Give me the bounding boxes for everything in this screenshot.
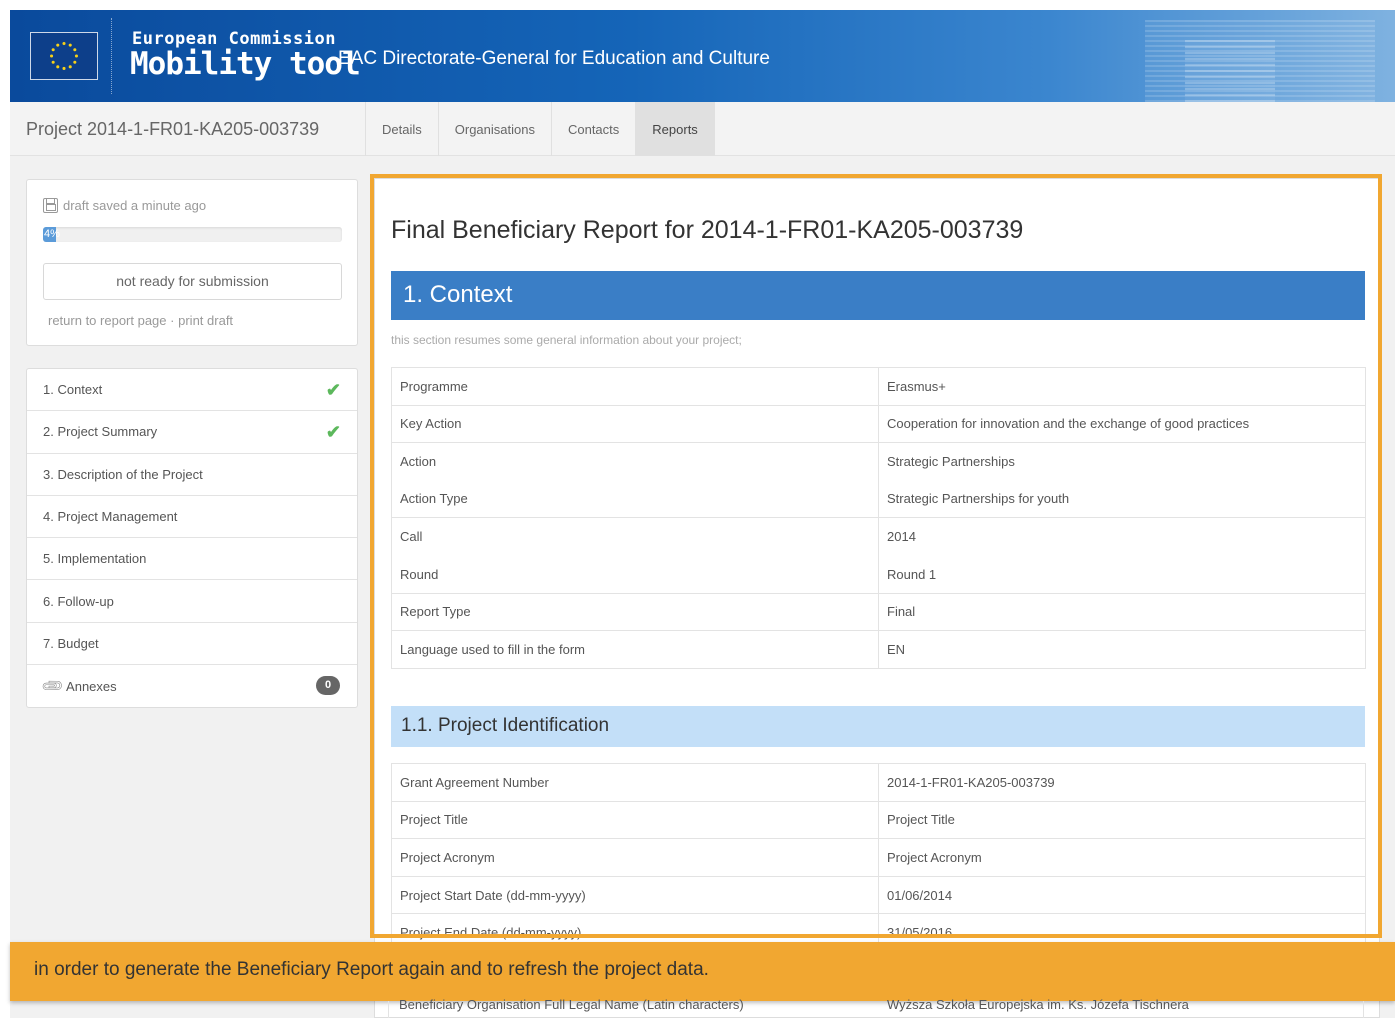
row-label: Language used to fill in the form (391, 630, 879, 669)
project-title: Project 2014-1-FR01-KA205-003739 (26, 119, 320, 139)
section-description: this section resumes some general inform… (391, 333, 742, 347)
annexes-count-badge: 0 (316, 676, 340, 696)
nav-item-project-summary[interactable]: 2. Project Summary ✔ (27, 411, 357, 454)
nav-item-budget[interactable]: 7. Budget (27, 623, 357, 666)
submit-status-button[interactable]: not ready for submission (43, 263, 342, 300)
nav-item-label: 7. Budget (43, 635, 99, 651)
link-separator: · (170, 313, 175, 328)
draft-saved-text: draft saved a minute ago (63, 198, 207, 213)
progress-fill: 4% (43, 227, 60, 242)
table-row: Action Type Strategic Partnerships for y… (391, 480, 1366, 518)
table-row: Language used to fill in the form EN (391, 630, 1366, 669)
row-label: Round (391, 555, 879, 594)
row-value: 01/06/2014 (878, 875, 1366, 914)
print-draft-link[interactable]: print draft (178, 313, 233, 328)
table-row: Round Round 1 (391, 555, 1366, 594)
nav-item-label: 4. Project Management (43, 509, 178, 525)
floppy-disk-icon (43, 198, 58, 213)
table-row: Call 2014 (391, 517, 1366, 556)
row-value: Erasmus+ (878, 367, 1366, 406)
nav-item-implementation[interactable]: 5. Implementation (27, 538, 357, 581)
row-value: 2014-1-FR01-KA205-003739 (878, 763, 1366, 802)
report-content-panel: Final Beneficiary Report for 2014-1-FR01… (374, 178, 1380, 1018)
table-row: Beneficiary Organisation Full Legal Name… (388, 997, 1364, 1018)
nav-item-label: 3. Description of the Project (43, 466, 203, 482)
row-label: Report Type (391, 592, 879, 631)
project-tabbar: Project 2014-1-FR01-KA205-003739 Details… (10, 102, 1395, 156)
row-label: Call (391, 517, 879, 556)
completion-progress-bar: 4% (43, 227, 342, 242)
nav-item-label: Annexes (66, 678, 117, 694)
report-title: Final Beneficiary Report for 2014-1-FR01… (391, 216, 1024, 244)
nav-item-context[interactable]: 1. Context ✔ (27, 369, 357, 412)
checkmark-icon: ✔ (325, 422, 341, 443)
project-identification-table: Grant Agreement Number 2014-1-FR01-KA205… (391, 763, 1366, 952)
dg-name: EAC Directorate-General for Education an… (338, 48, 770, 69)
row-label: Grant Agreement Number (391, 763, 879, 802)
table-row: Project Start Date (dd-mm-yyyy) 01/06/20… (391, 875, 1366, 914)
nav-item-label: 1. Context (43, 382, 103, 398)
row-label: Programme (391, 367, 879, 406)
table-row: Project Title Project Title (391, 800, 1366, 839)
nav-item-project-management[interactable]: 4. Project Management (27, 496, 357, 539)
row-label: Key Action (391, 404, 879, 443)
nav-item-annexes[interactable]: 📎︎ Annexes 0 (27, 665, 357, 707)
nav-item-description[interactable]: 3. Description of the Project (27, 454, 357, 496)
nav-item-label: 6. Follow-up (43, 593, 114, 609)
app-name[interactable]: Mobility tool (130, 46, 361, 82)
report-links: return to report page · print draft (48, 313, 233, 328)
tab-details[interactable]: Details (365, 102, 438, 156)
draft-status: draft saved a minute ago (43, 198, 206, 213)
row-label: Action Type (391, 480, 879, 518)
row-value: Project Acronym (878, 838, 1366, 877)
row-value: 2014 (878, 517, 1366, 556)
table-row: Grant Agreement Number 2014-1-FR01-KA205… (391, 763, 1366, 802)
project-tabs: Details Organisations Contacts Reports (365, 102, 715, 156)
nav-item-label: 2. Project Summary (43, 424, 158, 440)
header-banner: European Commission Mobility tool EAC Di… (10, 10, 1395, 102)
row-value: Strategic Partnerships for youth (878, 480, 1366, 518)
table-row: Project Acronym Project Acronym (391, 838, 1366, 877)
table-row: Programme Erasmus+ (391, 367, 1366, 406)
row-value: Wyższa Szkoła Europejska im. Ks. Józefa … (887, 997, 1189, 1012)
tab-contacts[interactable]: Contacts (550, 102, 635, 156)
paperclip-icon: 📎︎ (40, 673, 66, 700)
row-value: Final (878, 592, 1366, 631)
row-value: Round 1 (878, 555, 1366, 594)
row-value: Project Title (878, 800, 1366, 839)
row-label: Project Acronym (391, 838, 879, 877)
header-divider (111, 18, 112, 94)
subsection-heading-project-identification: 1.1. Project Identification (391, 706, 1365, 747)
eu-flag-logo (30, 32, 98, 80)
row-value: Strategic Partnerships (878, 442, 1366, 481)
context-table: Programme Erasmus+ Key Action Cooperatio… (391, 367, 1366, 669)
nav-item-label: 5. Implementation (43, 551, 147, 567)
row-label: Project Title (391, 800, 879, 839)
table-row: Key Action Cooperation for innovation an… (391, 404, 1366, 443)
notice-bar: in order to generate the Beneficiary Rep… (10, 942, 1395, 1001)
row-label: Action (391, 442, 879, 481)
nav-item-follow-up[interactable]: 6. Follow-up (27, 580, 357, 623)
table-row: Action Strategic Partnerships (391, 442, 1366, 481)
return-to-report-link[interactable]: return to report page (48, 313, 167, 328)
report-status-panel: draft saved a minute ago 4% not ready fo… (26, 179, 358, 346)
berlaymont-building-graphic (1145, 20, 1375, 102)
row-label: Project Start Date (dd-mm-yyyy) (391, 875, 879, 914)
tab-reports[interactable]: Reports (635, 102, 715, 156)
section-heading-context: 1. Context (391, 271, 1365, 320)
report-section-nav: 1. Context ✔ 2. Project Summary ✔ 3. Des… (26, 368, 358, 709)
row-label: Beneficiary Organisation Full Legal Name… (399, 997, 744, 1012)
row-value: EN (878, 630, 1366, 669)
table-row: Report Type Final (391, 592, 1366, 631)
tab-organisations[interactable]: Organisations (437, 102, 551, 156)
row-value: Cooperation for innovation and the excha… (878, 404, 1366, 443)
checkmark-icon: ✔ (325, 380, 341, 400)
